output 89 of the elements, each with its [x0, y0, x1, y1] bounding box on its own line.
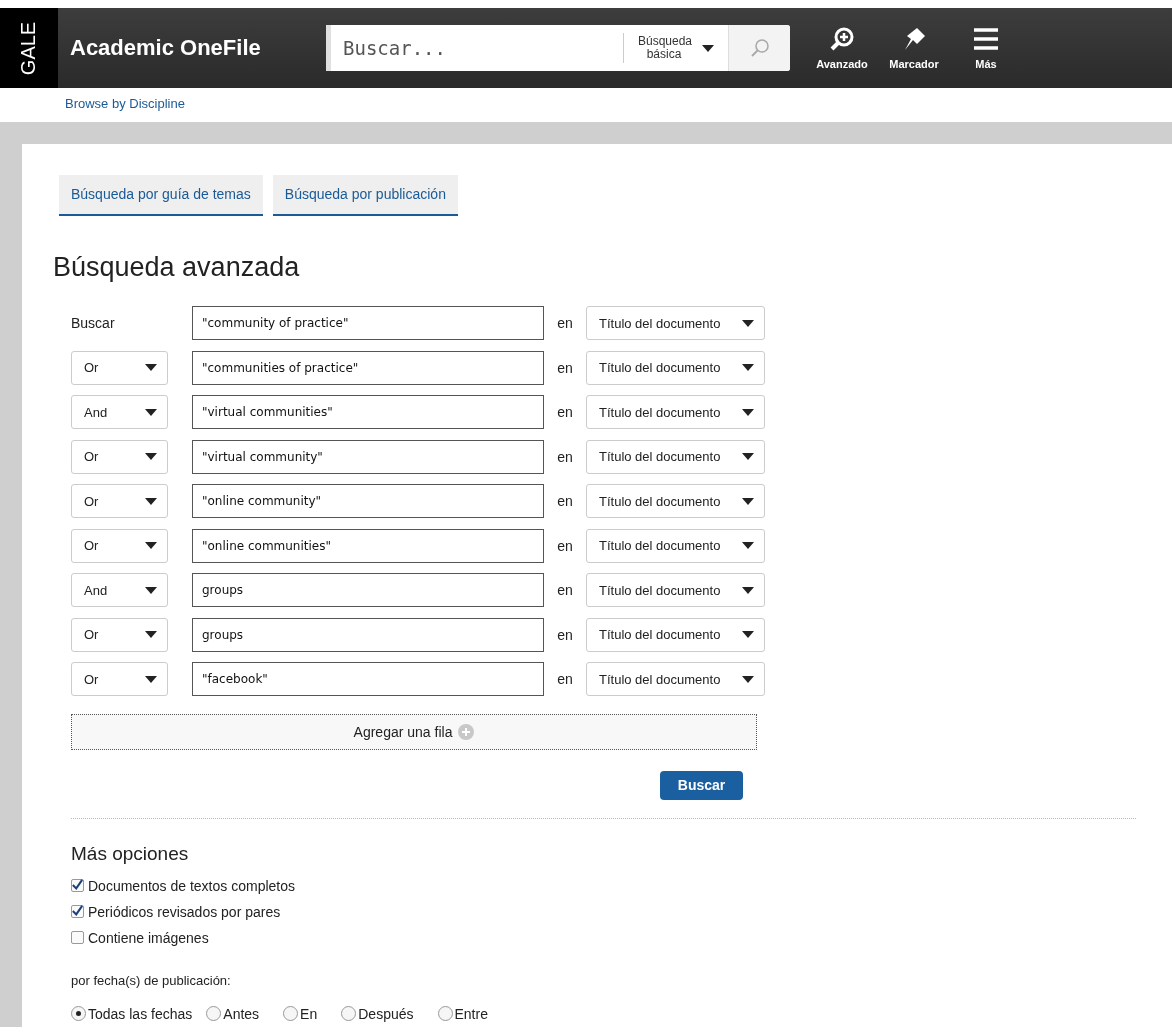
caret-icon: [742, 319, 754, 327]
checkbox[interactable]: [71, 931, 84, 944]
date-label: por fecha(s) de publicación:: [71, 972, 232, 988]
operator-select[interactable]: Or: [71, 439, 168, 474]
search-bar[interactable]: Buscar... Búsqueda básica: [326, 25, 790, 71]
in-label: en: [556, 359, 574, 376]
radio-label: Todas las fechas: [88, 1005, 193, 1022]
menu-button[interactable]: Más: [952, 25, 1020, 71]
radio-label: Entre: [454, 1005, 488, 1022]
plus-icon: [458, 723, 475, 740]
in-label: en: [556, 404, 574, 421]
caret-icon: [742, 675, 754, 683]
in-label: en: [556, 626, 574, 643]
field-select[interactable]: Título del documento: [586, 395, 765, 430]
term-field[interactable]: "virtual communities": [192, 395, 544, 430]
product-title: Academic OneFile: [70, 35, 262, 61]
caret-icon: [145, 453, 157, 461]
caret-icon: [742, 364, 754, 372]
radio-button[interactable]: [71, 1006, 86, 1021]
tab[interactable]: Búsqueda por guía de temas: [59, 175, 263, 216]
operator-select[interactable]: And: [71, 395, 168, 430]
radio-button[interactable]: [437, 1006, 453, 1021]
radio-label: Antes: [223, 1005, 260, 1022]
term-field[interactable]: "online communities": [192, 528, 544, 563]
term-field[interactable]: "community of practice": [192, 306, 544, 341]
in-label: en: [556, 315, 574, 332]
search-submit-button[interactable]: Buscar: [660, 770, 743, 800]
browse-link[interactable]: Browse by Discipline: [65, 96, 185, 111]
caret-icon: [702, 44, 714, 52]
checkbox-label: Contiene imágenes: [88, 929, 209, 946]
field-select[interactable]: Título del documento: [586, 350, 765, 385]
page-title: Búsqueda avanzada: [53, 252, 301, 283]
operator-select[interactable]: And: [71, 573, 168, 608]
radio-label: Después: [358, 1005, 414, 1022]
checkbox[interactable]: [71, 905, 84, 918]
operator-select[interactable]: Or: [71, 662, 168, 697]
term-field[interactable]: "communities of practice": [192, 350, 544, 385]
term-field[interactable]: groups: [192, 617, 544, 652]
operator-select[interactable]: Or: [71, 617, 168, 652]
search-icon: [749, 38, 770, 58]
caret-icon: [742, 631, 754, 639]
caret-icon: [145, 586, 157, 594]
field-select[interactable]: Título del documento: [586, 439, 765, 474]
field-select[interactable]: Título del documento: [586, 617, 765, 652]
term-field[interactable]: "virtual community": [192, 439, 544, 474]
operator-select[interactable]: Or: [71, 350, 168, 385]
brand-logo: GALE: [0, 8, 58, 88]
radio-button[interactable]: [341, 1006, 357, 1021]
field-select[interactable]: Título del documento: [586, 573, 765, 608]
caret-icon: [145, 364, 157, 372]
term-field[interactable]: groups: [192, 573, 544, 608]
radio-button[interactable]: [206, 1006, 222, 1021]
caret-icon: [742, 586, 754, 594]
caret-icon: [145, 497, 157, 505]
search-label: Buscar: [71, 315, 116, 332]
radio-label: En: [300, 1005, 318, 1022]
zoom-in-icon: [829, 26, 855, 52]
caret-icon: [742, 497, 754, 505]
caret-icon: [742, 408, 754, 416]
tab[interactable]: Búsqueda por publicación: [272, 175, 458, 216]
in-label: en: [556, 582, 574, 599]
advanced-button[interactable]: Avanzado: [808, 25, 876, 71]
operator-select[interactable]: Or: [71, 528, 168, 563]
caret-icon: [742, 542, 754, 550]
term-field[interactable]: "facebook": [192, 662, 544, 697]
checkbox-label: Periódicos revisados por pares: [88, 903, 281, 920]
in-label: en: [556, 671, 574, 688]
checkbox[interactable]: [71, 879, 84, 892]
in-label: en: [556, 448, 574, 465]
term-field[interactable]: "online community": [192, 484, 544, 519]
caret-icon: [742, 453, 754, 461]
menu-icon: [973, 26, 999, 52]
checkbox-label: Documentos de textos completos: [88, 877, 295, 894]
caret-icon: [145, 675, 157, 683]
field-select[interactable]: Título del documento: [586, 306, 765, 341]
add-row-button[interactable]: Agregar una fila: [71, 713, 757, 750]
caret-icon: [145, 542, 157, 550]
field-select[interactable]: Título del documento: [586, 662, 765, 697]
search-button[interactable]: [728, 25, 790, 71]
in-label: en: [556, 493, 574, 510]
bookmark-button[interactable]: Marcador: [880, 25, 948, 71]
caret-icon: [145, 631, 157, 639]
caret-icon: [145, 408, 157, 416]
operator-select[interactable]: Or: [71, 484, 168, 519]
radio-button[interactable]: [283, 1006, 299, 1021]
section-title: Más opciones: [71, 842, 190, 865]
field-select[interactable]: Título del documento: [586, 528, 765, 563]
field-select[interactable]: Título del documento: [586, 484, 765, 519]
in-label: en: [556, 537, 574, 554]
